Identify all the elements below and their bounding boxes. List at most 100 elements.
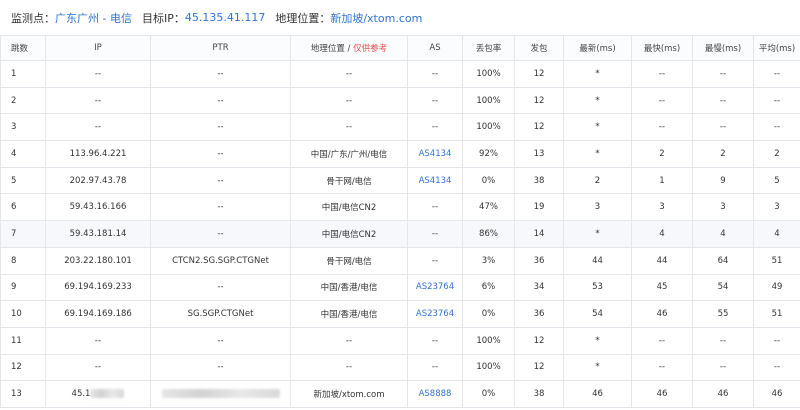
cell-hop: 4 bbox=[0, 140, 46, 168]
cell-last: 46 bbox=[563, 380, 632, 408]
cell-geo: 中国/香港/电信 bbox=[290, 273, 408, 302]
cell-avg: 46 bbox=[753, 380, 800, 408]
cell-ptr: -- bbox=[150, 193, 291, 222]
cell-ip: 69.194.169.233 bbox=[45, 273, 151, 302]
cell-hop: 8 bbox=[0, 246, 46, 275]
col-as: AS bbox=[407, 35, 463, 61]
cell-avg: -- bbox=[753, 60, 800, 88]
table-row: 4 113.96.4.221 -- 中国/广东/广州/电信 AS4134 92%… bbox=[0, 140, 800, 168]
cell-sent: 34 bbox=[514, 273, 564, 302]
cell-loss: 6% bbox=[462, 273, 515, 302]
cell-ptr: -- bbox=[150, 353, 291, 382]
table-row: 10 69.194.169.186 SG.SGP.CTGNet 中国/香港/电信… bbox=[0, 300, 800, 328]
cell-as: AS4134 bbox=[407, 140, 463, 168]
cell-best: 1 bbox=[631, 166, 693, 195]
cell-geo: 骨干网/电信 bbox=[290, 246, 408, 275]
cell-geo: -- bbox=[290, 60, 408, 88]
cell-sent: 38 bbox=[514, 380, 564, 408]
cell-loss: 100% bbox=[462, 353, 515, 382]
cell-as: AS8888 bbox=[407, 380, 463, 408]
cell-last: 44 bbox=[563, 246, 632, 275]
table-row: 7 59.43.181.14 -- 中国/电信CN2 -- 86% 14 * 4… bbox=[0, 220, 800, 248]
cell-best: -- bbox=[631, 326, 693, 355]
cell-as: -- bbox=[407, 326, 463, 355]
cell-loss: 100% bbox=[462, 113, 515, 142]
cell-as: -- bbox=[407, 193, 463, 222]
cell-hop: 9 bbox=[0, 273, 46, 302]
cell-avg: 49 bbox=[753, 273, 800, 302]
cell-hop: 5 bbox=[0, 166, 46, 195]
cell-sent: 36 bbox=[514, 300, 564, 328]
cell-hop: 13 bbox=[0, 380, 46, 408]
cell-last: * bbox=[563, 220, 632, 248]
as-link[interactable]: AS8888 bbox=[419, 389, 452, 399]
cell-hop: 10 bbox=[0, 300, 46, 328]
cell-as: AS23764 bbox=[407, 300, 463, 328]
cell-sent: 12 bbox=[514, 326, 564, 355]
cell-loss: 47% bbox=[462, 193, 515, 222]
table-row: 3 -- -- -- -- 100% 12 * -- -- -- bbox=[0, 113, 800, 142]
cell-best: 46 bbox=[631, 300, 693, 328]
cell-geo: 中国/电信CN2 bbox=[290, 193, 408, 222]
cell-geo: -- bbox=[290, 353, 408, 382]
monitor-label: 监测点： bbox=[11, 11, 55, 25]
cell-ptr: -- bbox=[150, 273, 291, 302]
cell-as: -- bbox=[407, 60, 463, 88]
cell-worst: -- bbox=[692, 113, 754, 142]
cell-avg: 4 bbox=[753, 220, 800, 248]
as-link[interactable]: AS4134 bbox=[419, 149, 452, 159]
table-row: 9 69.194.169.233 -- 中国/香港/电信 AS23764 6% … bbox=[0, 273, 800, 302]
col-last: 最新(ms) bbox=[563, 35, 632, 61]
cell-as: -- bbox=[407, 113, 463, 142]
cell-ip: -- bbox=[45, 86, 151, 115]
ip-visible-part: 45.1 bbox=[71, 389, 91, 400]
cell-sent: 13 bbox=[514, 140, 564, 168]
redacted-ptr bbox=[161, 389, 280, 399]
as-link[interactable]: AS4134 bbox=[419, 176, 452, 186]
cell-last: * bbox=[563, 353, 632, 382]
cell-geo: -- bbox=[290, 86, 408, 115]
cell-last: 3 bbox=[563, 193, 632, 222]
cell-geo: 新加坡/xtom.com bbox=[290, 380, 408, 408]
as-link[interactable]: AS23764 bbox=[416, 282, 454, 292]
location-value: 新加坡/xtom.com bbox=[330, 11, 423, 25]
cell-sent: 19 bbox=[514, 193, 564, 222]
cell-as: -- bbox=[407, 220, 463, 248]
cell-ip: 203.22.180.101 bbox=[45, 246, 151, 275]
cell-as: -- bbox=[407, 86, 463, 115]
cell-worst: 2 bbox=[692, 140, 754, 168]
cell-hop: 3 bbox=[0, 113, 46, 142]
cell-worst: 3 bbox=[692, 193, 754, 222]
cell-geo: -- bbox=[290, 326, 408, 355]
cell-ip: 69.194.169.186 bbox=[45, 300, 151, 328]
cell-geo: 骨干网/电信 bbox=[290, 166, 408, 195]
cell-last: * bbox=[563, 60, 632, 88]
cell-avg: 51 bbox=[753, 246, 800, 275]
cell-as: -- bbox=[407, 246, 463, 275]
cell-worst: -- bbox=[692, 86, 754, 115]
cell-ip: 202.97.43.78 bbox=[45, 166, 151, 195]
cell-loss: 0% bbox=[462, 166, 515, 195]
cell-avg: -- bbox=[753, 353, 800, 382]
as-link[interactable]: AS23764 bbox=[416, 309, 454, 319]
cell-ip: 113.96.4.221 bbox=[45, 140, 151, 168]
cell-ptr bbox=[150, 380, 291, 408]
col-ptr: PTR bbox=[150, 35, 291, 61]
cell-best: 45 bbox=[631, 273, 693, 302]
cell-worst: 55 bbox=[692, 300, 754, 328]
col-loss: 丢包率 bbox=[462, 35, 515, 61]
cell-worst: 4 bbox=[692, 220, 754, 248]
cell-loss: 3% bbox=[462, 246, 515, 275]
cell-best: -- bbox=[631, 353, 693, 382]
table-row: 1 -- -- -- -- 100% 12 * -- -- -- bbox=[0, 60, 800, 88]
cell-avg: 3 bbox=[753, 193, 800, 222]
cell-last: 53 bbox=[563, 273, 632, 302]
cell-ip: -- bbox=[45, 113, 151, 142]
cell-loss: 100% bbox=[462, 60, 515, 88]
col-avg: 平均(ms) bbox=[753, 35, 800, 61]
cell-best: 4 bbox=[631, 220, 693, 248]
cell-last: * bbox=[563, 86, 632, 115]
cell-loss: 0% bbox=[462, 380, 515, 408]
cell-loss: 92% bbox=[462, 140, 515, 168]
cell-geo: 中国/香港/电信 bbox=[290, 300, 408, 328]
